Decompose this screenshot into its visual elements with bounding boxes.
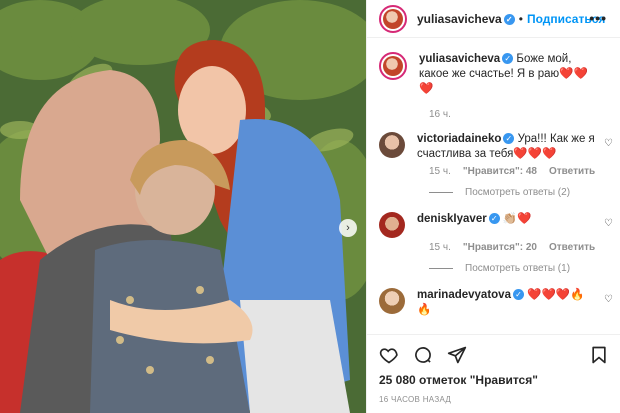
comment-like-heart-icon[interactable]: ♡	[604, 138, 613, 149]
comment-meta: 15 ч. "Нравится": 48 Ответить	[429, 166, 620, 177]
post-photo[interactable]: ›	[0, 0, 366, 413]
replies-divider	[429, 192, 453, 193]
heart-icon[interactable]	[379, 345, 399, 365]
comment-text: victoriadaineko ✓ Ура!!! Как же я счастли…	[417, 133, 595, 160]
comment-meta: 15 ч. "Нравится": 20 Ответить	[429, 242, 620, 253]
comment-text: deniskIyaver ✓ 👏🏼❤️	[417, 213, 532, 225]
comment-likes[interactable]: "Нравится": 20	[463, 242, 537, 253]
caption: yuliasavicheva ✓ Боже мой, какое же счаст…	[367, 52, 620, 120]
caption-text: yuliasavicheva ✓ Боже мой, какое же счаст…	[419, 53, 588, 95]
comment-like-heart-icon[interactable]: ♡	[604, 294, 613, 305]
next-photo-button[interactable]: ›	[339, 219, 357, 237]
reply-button[interactable]: Ответить	[549, 166, 595, 177]
share-icon[interactable]	[447, 345, 467, 365]
post-header: yuliasavicheva ✓ • Подписаться •••	[367, 0, 620, 38]
comment: deniskIyaver ✓ 👏🏼❤️ ♡ 15 ч. "Нравится": 2…	[367, 212, 620, 274]
comment-username[interactable]: victoriadaineko	[417, 133, 501, 145]
comment-text: marinadevyatova ✓ ❤️❤️❤️🔥🔥	[417, 289, 585, 316]
chevron-right-icon: ›	[346, 222, 350, 234]
comment: victoriadaineko ✓ Ура!!! Как же я счастли…	[367, 132, 620, 198]
comment-time: 15 ч.	[429, 166, 451, 177]
comment-likes[interactable]: "Нравится": 48	[463, 166, 537, 177]
photo-illustration	[0, 0, 366, 413]
post-sidebar: yuliasavicheva ✓ • Подписаться ••• yulias…	[366, 0, 620, 413]
post-timestamp: 16 ЧАСОВ НАЗАД	[379, 395, 452, 404]
caption-meta: 16 ч.	[429, 109, 620, 120]
view-replies-button[interactable]: Посмотреть ответы (2)	[429, 187, 620, 198]
comment-like-heart-icon[interactable]: ♡	[604, 218, 613, 229]
comment-avatar[interactable]	[379, 212, 405, 238]
verified-icon: ✓	[502, 53, 514, 65]
comment-avatar[interactable]	[379, 288, 405, 314]
author-username[interactable]: yuliasavicheva ✓	[417, 12, 515, 26]
caption-avatar[interactable]	[379, 52, 407, 80]
comment-username[interactable]: marinadevyatova	[417, 289, 511, 301]
view-replies-button[interactable]: Посмотреть ответы (1)	[429, 263, 620, 274]
comment-avatar[interactable]	[379, 132, 405, 158]
comment-icon[interactable]	[413, 345, 433, 365]
likes-count[interactable]: 25 080 отметок "Нравится"	[379, 373, 538, 387]
more-icon[interactable]: •••	[589, 10, 607, 26]
comment: marinadevyatova ✓ ❤️❤️❤️🔥🔥 ♡	[367, 288, 620, 318]
comment-time: 15 ч.	[429, 242, 451, 253]
post-modal: › yuliasavicheva ✓ • Подписаться ••• yuli…	[0, 0, 620, 413]
verified-icon: ✓	[503, 13, 515, 25]
caption-username[interactable]: yuliasavicheva	[419, 53, 500, 65]
action-bar	[367, 334, 620, 374]
verified-icon: ✓	[512, 289, 524, 301]
replies-divider	[429, 268, 453, 269]
bookmark-icon[interactable]	[589, 345, 609, 365]
verified-icon: ✓	[488, 213, 500, 225]
caption-time: 16 ч.	[429, 109, 451, 120]
comments-list: yuliasavicheva ✓ Боже мой, какое же счаст…	[367, 48, 620, 328]
comment-username[interactable]: deniskIyaver	[417, 213, 487, 225]
verified-icon: ✓	[503, 133, 515, 145]
separator: •	[518, 11, 523, 26]
reply-button[interactable]: Ответить	[549, 242, 595, 253]
avatar[interactable]	[379, 4, 407, 33]
